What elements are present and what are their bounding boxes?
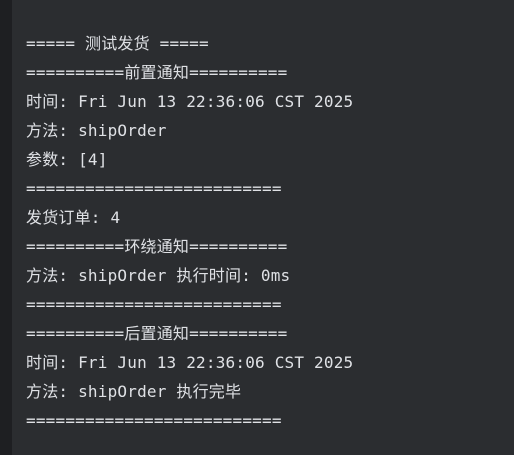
- console-line: ===== 测试发货 =====: [26, 34, 209, 53]
- console-line: 时间: Fri Jun 13 22:36:06 CST 2025: [26, 92, 354, 111]
- console-line: 方法: shipOrder 执行时间: 0ms: [26, 266, 291, 285]
- console-line: ==========================: [26, 179, 282, 198]
- console-text-area[interactable]: ===== 测试发货 ===== ==========前置通知=========…: [26, 29, 353, 435]
- console-line: ==========================: [26, 411, 282, 430]
- console-line: ==========环绕通知==========: [26, 237, 288, 256]
- console-line: 参数: [4]: [26, 150, 108, 169]
- console-line: 方法: shipOrder: [26, 121, 167, 140]
- console-line: 发货订单: 4: [26, 208, 121, 227]
- console-line: ==========后置通知==========: [26, 324, 288, 343]
- console-output-panel: ===== 测试发货 ===== ==========前置通知=========…: [0, 0, 514, 455]
- console-gutter: [0, 0, 12, 455]
- console-line: ==========================: [26, 295, 282, 314]
- console-line: ==========前置通知==========: [26, 63, 288, 82]
- console-line: 方法: shipOrder 执行完毕: [26, 382, 242, 401]
- console-line: 时间: Fri Jun 13 22:36:06 CST 2025: [26, 353, 354, 372]
